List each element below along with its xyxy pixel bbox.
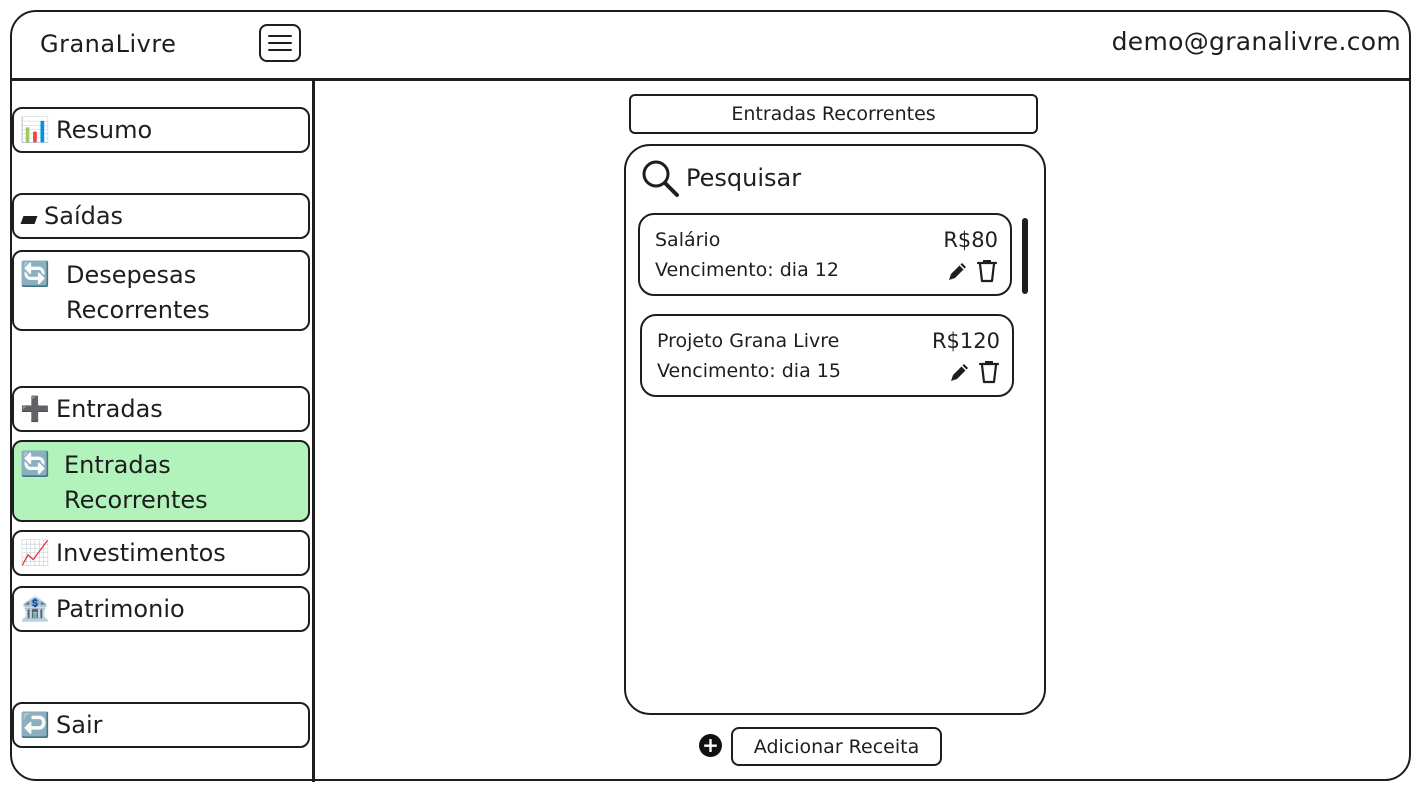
edit-icon[interactable] [948, 360, 972, 384]
square-icon [18, 204, 44, 228]
sidebar-item-label: Sair [56, 711, 103, 739]
trash-icon[interactable] [976, 259, 998, 283]
repeat-icon: 🔄 [20, 260, 50, 288]
sidebar-item-entradas[interactable]: ➕ Entradas [12, 386, 310, 432]
entry-due: Vencimento: dia 15 [657, 360, 841, 382]
add-income-button[interactable]: Adicionar Receita [731, 727, 942, 766]
bar-chart-icon: 📊 [20, 116, 50, 144]
entry-actions [946, 259, 998, 283]
sidebar-item-sair[interactable]: ↩️ Sair [12, 702, 310, 748]
app-title: GranaLivre [40, 30, 177, 58]
repeat-icon: 🔄 [20, 450, 50, 478]
sidebar-item-investimentos[interactable]: 📈 Investimentos [12, 530, 310, 576]
sidebar-item-label-line1: Desepesas [66, 261, 197, 289]
sidebar-item-label: Resumo [56, 116, 153, 144]
entry-amount: R$80 [943, 228, 998, 252]
trash-icon[interactable] [978, 360, 1000, 384]
scrollbar[interactable] [1022, 218, 1028, 294]
plus-icon: ➕ [20, 395, 50, 423]
sidebar-item-saidas[interactable]: Saídas [12, 193, 310, 239]
sidebar-item-label-line1: Entradas [64, 451, 171, 479]
sidebar-item-label: Patrimonio [56, 595, 185, 623]
entry-actions [948, 360, 1000, 384]
search-input[interactable]: Pesquisar [686, 164, 801, 192]
line-chart-icon: 📈 [20, 539, 50, 567]
sidebar-item-label: Entradas [56, 395, 163, 423]
edit-icon[interactable] [946, 259, 970, 283]
hamburger-menu-button[interactable] [259, 24, 301, 62]
hamburger-icon-line [268, 49, 292, 51]
sidebar-item-label-line2: Recorrentes [64, 486, 208, 514]
user-email: demo@granalivre.com [1111, 27, 1401, 56]
header-divider [10, 78, 1411, 81]
sidebar-item-label: Entradas Recorrentes [64, 448, 208, 518]
sidebar-item-entradas-recorrentes[interactable]: 🔄 Entradas Recorrentes [12, 440, 310, 522]
list-item[interactable]: Projeto Grana Livre Vencimento: dia 15 R… [640, 314, 1014, 397]
sidebar-item-resumo[interactable]: 📊 Resumo [12, 107, 310, 153]
entry-name: Salário [655, 229, 721, 251]
list-item[interactable]: Salário Vencimento: dia 12 R$80 [638, 213, 1012, 296]
sidebar-item-label: Saídas [44, 202, 124, 230]
page-title: Entradas Recorrentes [629, 94, 1038, 134]
search-bar[interactable]: Pesquisar [640, 158, 801, 198]
sidebar-item-label: Investimentos [56, 539, 226, 567]
plus-circle-icon[interactable]: + [699, 734, 722, 757]
sidebar-item-despesas-recorrentes[interactable]: 🔄 Desepesas Recorrentes [12, 250, 310, 331]
entry-name: Projeto Grana Livre [657, 330, 840, 352]
search-icon [642, 160, 679, 197]
sidebar-item-label-line2: Recorrentes [66, 296, 210, 324]
sidebar-item-label: Desepesas Recorrentes [66, 258, 210, 328]
sidebar-item-patrimonio[interactable]: 🏦 Patrimonio [12, 586, 310, 632]
entry-due: Vencimento: dia 12 [655, 259, 839, 281]
bank-icon: 🏦 [20, 595, 50, 623]
hamburger-icon [268, 35, 292, 37]
entry-amount: R$120 [931, 329, 1000, 353]
return-icon: ↩️ [20, 711, 50, 739]
sidebar-divider [312, 80, 315, 782]
hamburger-icon-line [268, 42, 292, 44]
